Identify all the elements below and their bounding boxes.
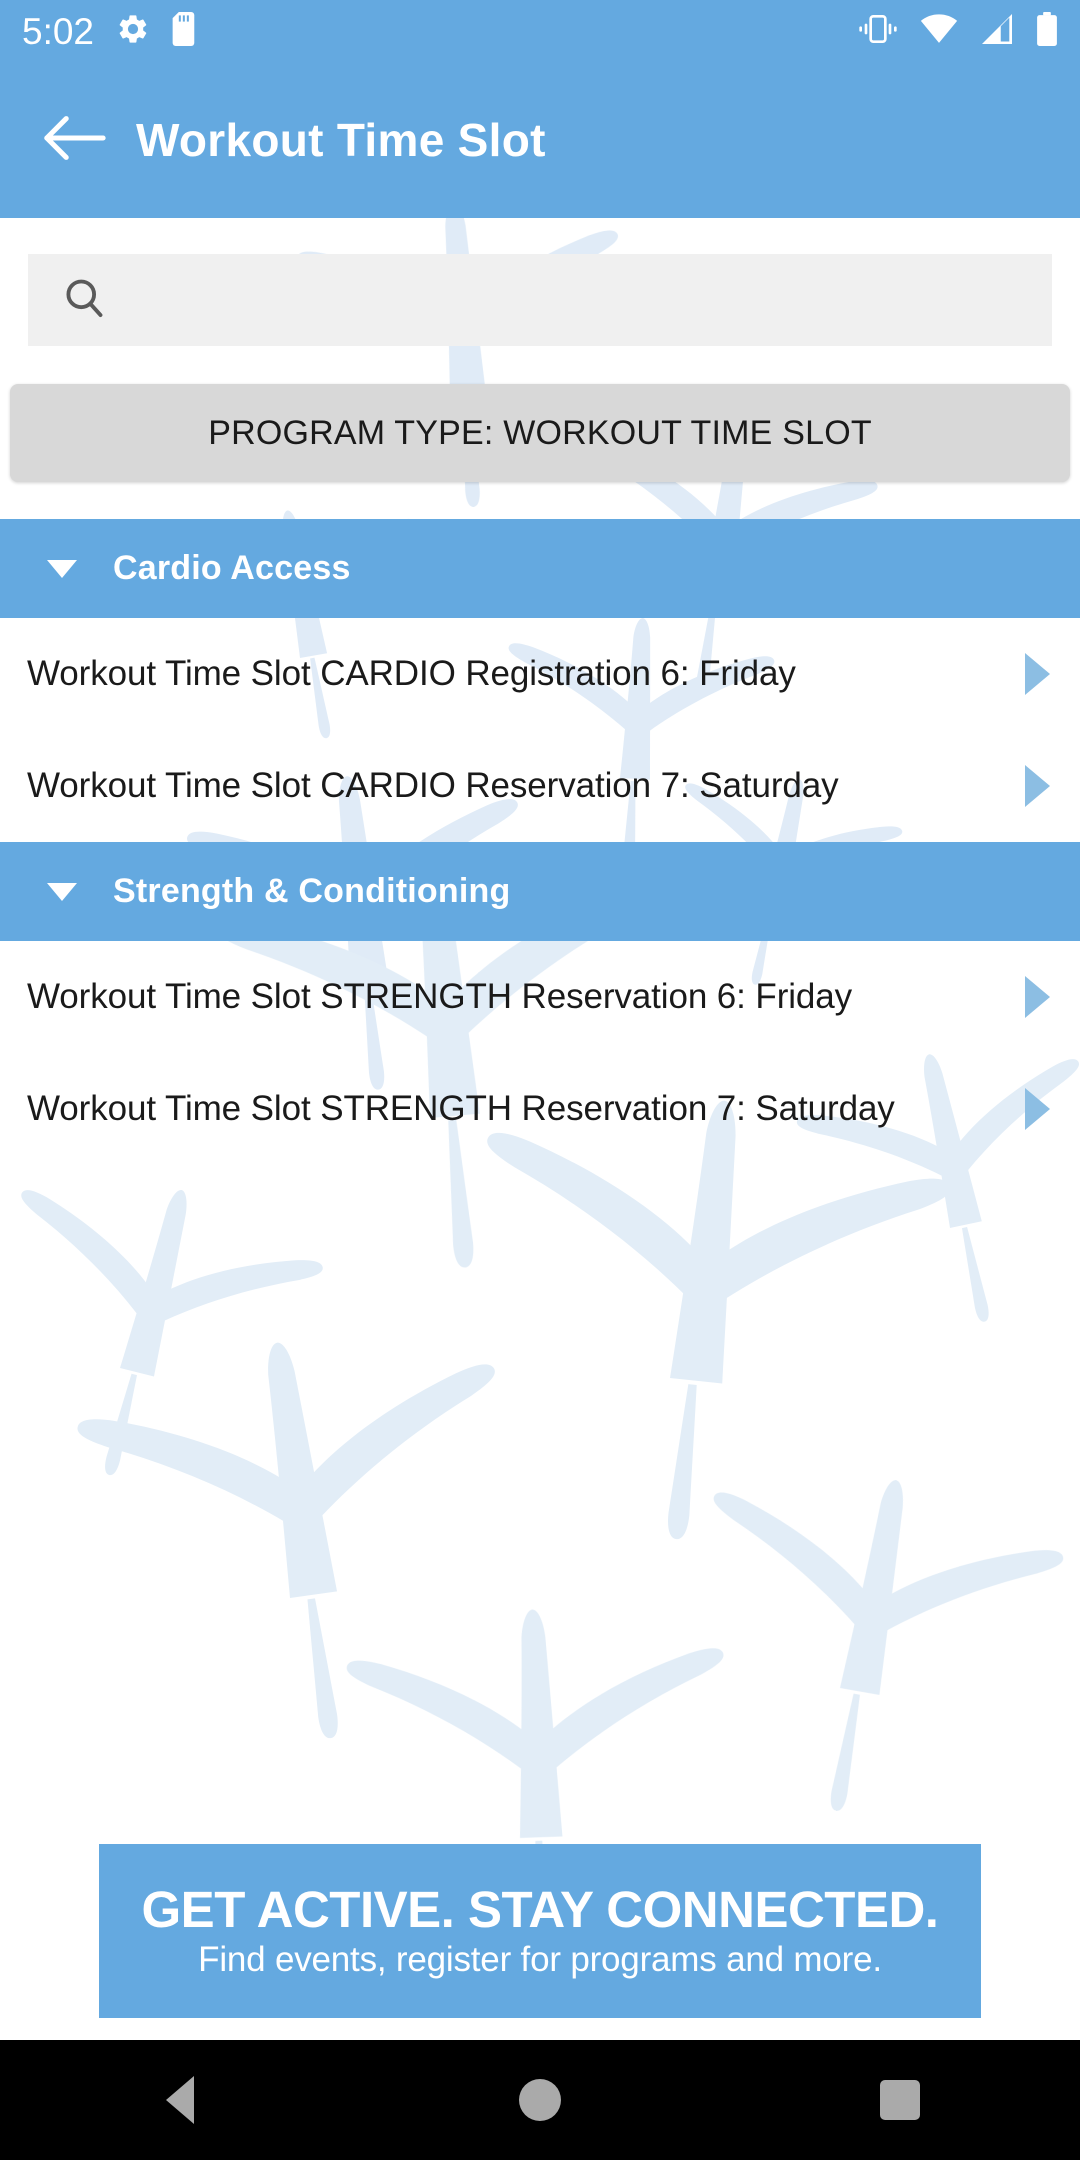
battery-icon — [1036, 11, 1058, 51]
section-header-cardio-access[interactable]: Cardio Access — [0, 519, 1080, 618]
nav-home-button[interactable] — [450, 2040, 630, 2160]
wifi-icon — [920, 13, 958, 49]
sd-card-icon — [172, 11, 198, 51]
caret-down-icon — [47, 882, 77, 901]
status-bar-clock: 5:02 — [22, 10, 95, 52]
promo-banner-subtitle: Find events, register for programs and m… — [198, 1940, 882, 1980]
app-bar: Workout Time Slot — [0, 62, 1080, 218]
caret-right-icon — [1025, 976, 1050, 1018]
cellular-signal-icon — [980, 13, 1014, 49]
status-bar: 5:02 — [0, 0, 1080, 62]
list-item-label: Workout Time Slot STRENGTH Reservation 6… — [27, 977, 853, 1016]
phone-screen: 5:02 Workout Time Slot PROGRAM TYPE: WOR… — [0, 0, 1080, 2160]
list-item-label: Workout Time Slot CARDIO Registration 6:… — [27, 654, 796, 693]
promo-banner-title: GET ACTIVE. STAY CONNECTED. — [141, 1880, 939, 1938]
program-list: Cardio Access Workout Time Slot CARDIO R… — [0, 519, 1080, 1165]
promo-banner[interactable]: GET ACTIVE. STAY CONNECTED. Find events,… — [99, 1844, 981, 2018]
section-title: Strength & Conditioning — [113, 872, 511, 910]
section-header-strength-conditioning[interactable]: Strength & Conditioning — [0, 842, 1080, 941]
filter-chip-label: PROGRAM TYPE: WORKOUT TIME SLOT — [208, 413, 872, 452]
list-item[interactable]: Workout Time Slot CARDIO Reservation 7: … — [0, 730, 1080, 842]
caret-right-icon — [1025, 765, 1050, 807]
nav-home-icon — [519, 2079, 561, 2121]
caret-right-icon — [1025, 1088, 1050, 1130]
status-bar-right — [858, 11, 1058, 51]
search-input[interactable] — [128, 270, 1008, 330]
list-item[interactable]: Workout Time Slot STRENGTH Reservation 7… — [0, 1053, 1080, 1165]
status-bar-left: 5:02 — [22, 10, 198, 52]
list-item-label: Workout Time Slot STRENGTH Reservation 7… — [27, 1089, 895, 1128]
nav-recents-icon — [880, 2080, 920, 2120]
section-title: Cardio Access — [113, 549, 351, 587]
caret-right-icon — [1025, 653, 1050, 695]
gear-icon — [116, 12, 150, 51]
filter-chip-program-type[interactable]: PROGRAM TYPE: WORKOUT TIME SLOT — [10, 384, 1070, 482]
android-navigation-bar — [0, 2040, 1080, 2160]
search-icon — [62, 276, 106, 325]
back-button[interactable] — [26, 92, 122, 188]
list-item[interactable]: Workout Time Slot CARDIO Registration 6:… — [0, 618, 1080, 730]
content-area: PROGRAM TYPE: WORKOUT TIME SLOT Cardio A… — [0, 218, 1080, 2040]
caret-down-icon — [47, 559, 77, 578]
vibrate-icon — [858, 14, 898, 49]
arrow-left-icon — [41, 113, 107, 168]
nav-back-button[interactable] — [90, 2040, 270, 2160]
nav-back-icon — [166, 2076, 194, 2124]
list-item[interactable]: Workout Time Slot STRENGTH Reservation 6… — [0, 941, 1080, 1053]
list-item-label: Workout Time Slot CARDIO Reservation 7: … — [27, 766, 839, 805]
search-bar[interactable] — [28, 254, 1052, 346]
nav-recents-button[interactable] — [810, 2040, 990, 2160]
page-title: Workout Time Slot — [136, 114, 546, 166]
